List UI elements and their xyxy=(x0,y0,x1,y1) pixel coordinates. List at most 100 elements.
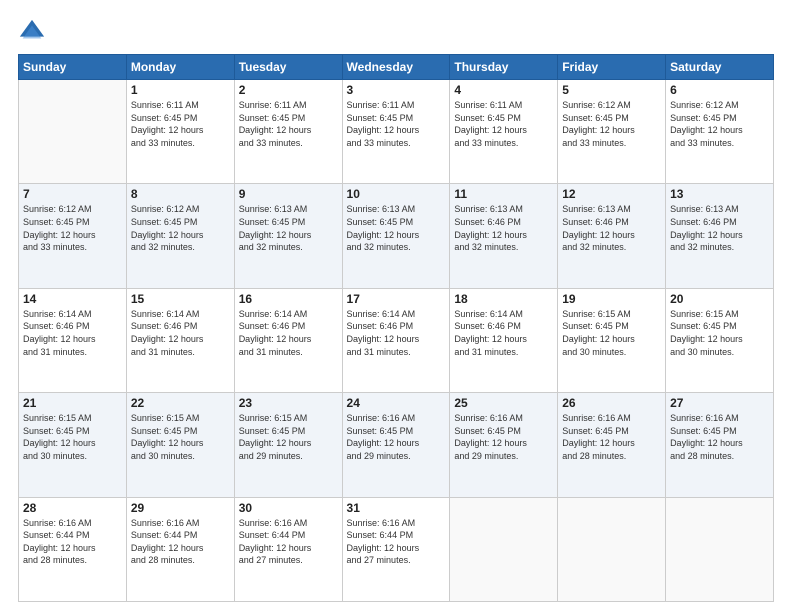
day-number: 10 xyxy=(347,187,446,201)
day-cell: 20 Sunrise: 6:15 AMSunset: 6:45 PMDayligh… xyxy=(666,288,774,392)
day-cell: 22 Sunrise: 6:15 AMSunset: 6:45 PMDayligh… xyxy=(126,393,234,497)
day-info: Sunrise: 6:16 AMSunset: 6:44 PMDaylight:… xyxy=(239,517,338,567)
day-info: Sunrise: 6:14 AMSunset: 6:46 PMDaylight:… xyxy=(239,308,338,358)
day-info: Sunrise: 6:13 AMSunset: 6:46 PMDaylight:… xyxy=(562,203,661,253)
weekday-header-row: SundayMondayTuesdayWednesdayThursdayFrid… xyxy=(19,55,774,80)
day-info: Sunrise: 6:11 AMSunset: 6:45 PMDaylight:… xyxy=(454,99,553,149)
day-info: Sunrise: 6:12 AMSunset: 6:45 PMDaylight:… xyxy=(23,203,122,253)
weekday-header-monday: Monday xyxy=(126,55,234,80)
day-number: 15 xyxy=(131,292,230,306)
day-cell: 26 Sunrise: 6:16 AMSunset: 6:45 PMDayligh… xyxy=(558,393,666,497)
week-row-1: 1 Sunrise: 6:11 AMSunset: 6:45 PMDaylight… xyxy=(19,80,774,184)
day-cell: 2 Sunrise: 6:11 AMSunset: 6:45 PMDaylight… xyxy=(234,80,342,184)
day-cell: 19 Sunrise: 6:15 AMSunset: 6:45 PMDayligh… xyxy=(558,288,666,392)
day-cell: 1 Sunrise: 6:11 AMSunset: 6:45 PMDaylight… xyxy=(126,80,234,184)
day-info: Sunrise: 6:16 AMSunset: 6:45 PMDaylight:… xyxy=(562,412,661,462)
day-cell: 21Sunrise: 6:15 AMSunset: 6:45 PMDayligh… xyxy=(19,393,127,497)
day-cell: 24Sunrise: 6:16 AMSunset: 6:45 PMDayligh… xyxy=(342,393,450,497)
day-cell xyxy=(558,497,666,601)
day-number: 7 xyxy=(23,187,122,201)
day-info: Sunrise: 6:13 AMSunset: 6:45 PMDaylight:… xyxy=(239,203,338,253)
day-cell: 3 Sunrise: 6:11 AMSunset: 6:45 PMDaylight… xyxy=(342,80,450,184)
day-cell: 13 Sunrise: 6:13 AMSunset: 6:46 PMDayligh… xyxy=(666,184,774,288)
day-info: Sunrise: 6:16 AMSunset: 6:44 PMDaylight:… xyxy=(347,517,446,567)
day-info: Sunrise: 6:12 AMSunset: 6:45 PMDaylight:… xyxy=(670,99,769,149)
day-cell: 27 Sunrise: 6:16 AMSunset: 6:45 PMDayligh… xyxy=(666,393,774,497)
day-number: 3 xyxy=(347,83,446,97)
header xyxy=(18,18,774,46)
day-info: Sunrise: 6:13 AMSunset: 6:46 PMDaylight:… xyxy=(454,203,553,253)
page: SundayMondayTuesdayWednesdayThursdayFrid… xyxy=(0,0,792,612)
day-info: Sunrise: 6:13 AMSunset: 6:46 PMDaylight:… xyxy=(670,203,769,253)
day-cell: 17 Sunrise: 6:14 AMSunset: 6:46 PMDayligh… xyxy=(342,288,450,392)
day-cell: 29 Sunrise: 6:16 AMSunset: 6:44 PMDayligh… xyxy=(126,497,234,601)
day-number: 2 xyxy=(239,83,338,97)
day-cell xyxy=(450,497,558,601)
day-number: 27 xyxy=(670,396,769,410)
day-cell: 25 Sunrise: 6:16 AMSunset: 6:45 PMDayligh… xyxy=(450,393,558,497)
day-number: 29 xyxy=(131,501,230,515)
day-number: 26 xyxy=(562,396,661,410)
day-number: 5 xyxy=(562,83,661,97)
weekday-header-friday: Friday xyxy=(558,55,666,80)
day-number: 19 xyxy=(562,292,661,306)
weekday-header-sunday: Sunday xyxy=(19,55,127,80)
day-cell: 11Sunrise: 6:13 AMSunset: 6:46 PMDayligh… xyxy=(450,184,558,288)
day-info: Sunrise: 6:14 AMSunset: 6:46 PMDaylight:… xyxy=(347,308,446,358)
day-cell: 7 Sunrise: 6:12 AMSunset: 6:45 PMDaylight… xyxy=(19,184,127,288)
calendar-table: SundayMondayTuesdayWednesdayThursdayFrid… xyxy=(18,54,774,602)
day-info: Sunrise: 6:12 AMSunset: 6:45 PMDaylight:… xyxy=(562,99,661,149)
day-number: 6 xyxy=(670,83,769,97)
weekday-header-saturday: Saturday xyxy=(666,55,774,80)
logo xyxy=(18,18,50,46)
day-number: 14 xyxy=(23,292,122,306)
day-info: Sunrise: 6:11 AMSunset: 6:45 PMDaylight:… xyxy=(239,99,338,149)
day-info: Sunrise: 6:16 AMSunset: 6:45 PMDaylight:… xyxy=(670,412,769,462)
day-info: Sunrise: 6:14 AMSunset: 6:46 PMDaylight:… xyxy=(454,308,553,358)
day-number: 25 xyxy=(454,396,553,410)
logo-icon xyxy=(18,18,46,46)
day-info: Sunrise: 6:14 AMSunset: 6:46 PMDaylight:… xyxy=(23,308,122,358)
day-cell: 6 Sunrise: 6:12 AMSunset: 6:45 PMDaylight… xyxy=(666,80,774,184)
day-number: 30 xyxy=(239,501,338,515)
day-number: 28 xyxy=(23,501,122,515)
day-number: 13 xyxy=(670,187,769,201)
day-cell: 4Sunrise: 6:11 AMSunset: 6:45 PMDaylight… xyxy=(450,80,558,184)
day-info: Sunrise: 6:16 AMSunset: 6:44 PMDaylight:… xyxy=(23,517,122,567)
day-info: Sunrise: 6:15 AMSunset: 6:45 PMDaylight:… xyxy=(562,308,661,358)
day-cell: 5 Sunrise: 6:12 AMSunset: 6:45 PMDaylight… xyxy=(558,80,666,184)
day-number: 23 xyxy=(239,396,338,410)
day-cell xyxy=(19,80,127,184)
day-cell: 15Sunrise: 6:14 AMSunset: 6:46 PMDayligh… xyxy=(126,288,234,392)
day-info: Sunrise: 6:15 AMSunset: 6:45 PMDaylight:… xyxy=(23,412,122,462)
day-cell: 8Sunrise: 6:12 AMSunset: 6:45 PMDaylight… xyxy=(126,184,234,288)
day-info: Sunrise: 6:15 AMSunset: 6:45 PMDaylight:… xyxy=(670,308,769,358)
week-row-4: 21Sunrise: 6:15 AMSunset: 6:45 PMDayligh… xyxy=(19,393,774,497)
day-cell: 31 Sunrise: 6:16 AMSunset: 6:44 PMDayligh… xyxy=(342,497,450,601)
weekday-header-tuesday: Tuesday xyxy=(234,55,342,80)
day-cell: 14 Sunrise: 6:14 AMSunset: 6:46 PMDayligh… xyxy=(19,288,127,392)
week-row-2: 7 Sunrise: 6:12 AMSunset: 6:45 PMDaylight… xyxy=(19,184,774,288)
day-info: Sunrise: 6:11 AMSunset: 6:45 PMDaylight:… xyxy=(131,99,230,149)
day-info: Sunrise: 6:11 AMSunset: 6:45 PMDaylight:… xyxy=(347,99,446,149)
week-row-5: 28 Sunrise: 6:16 AMSunset: 6:44 PMDayligh… xyxy=(19,497,774,601)
day-info: Sunrise: 6:16 AMSunset: 6:45 PMDaylight:… xyxy=(454,412,553,462)
day-number: 9 xyxy=(239,187,338,201)
day-cell: 23Sunrise: 6:15 AMSunset: 6:45 PMDayligh… xyxy=(234,393,342,497)
day-info: Sunrise: 6:13 AMSunset: 6:45 PMDaylight:… xyxy=(347,203,446,253)
weekday-header-thursday: Thursday xyxy=(450,55,558,80)
day-cell: 28 Sunrise: 6:16 AMSunset: 6:44 PMDayligh… xyxy=(19,497,127,601)
day-number: 22 xyxy=(131,396,230,410)
day-number: 24 xyxy=(347,396,446,410)
day-number: 17 xyxy=(347,292,446,306)
day-info: Sunrise: 6:15 AMSunset: 6:45 PMDaylight:… xyxy=(131,412,230,462)
day-number: 1 xyxy=(131,83,230,97)
day-number: 31 xyxy=(347,501,446,515)
day-number: 20 xyxy=(670,292,769,306)
day-number: 12 xyxy=(562,187,661,201)
day-cell xyxy=(666,497,774,601)
day-info: Sunrise: 6:16 AMSunset: 6:44 PMDaylight:… xyxy=(131,517,230,567)
day-cell: 12 Sunrise: 6:13 AMSunset: 6:46 PMDayligh… xyxy=(558,184,666,288)
day-cell: 9 Sunrise: 6:13 AMSunset: 6:45 PMDaylight… xyxy=(234,184,342,288)
weekday-header-wednesday: Wednesday xyxy=(342,55,450,80)
